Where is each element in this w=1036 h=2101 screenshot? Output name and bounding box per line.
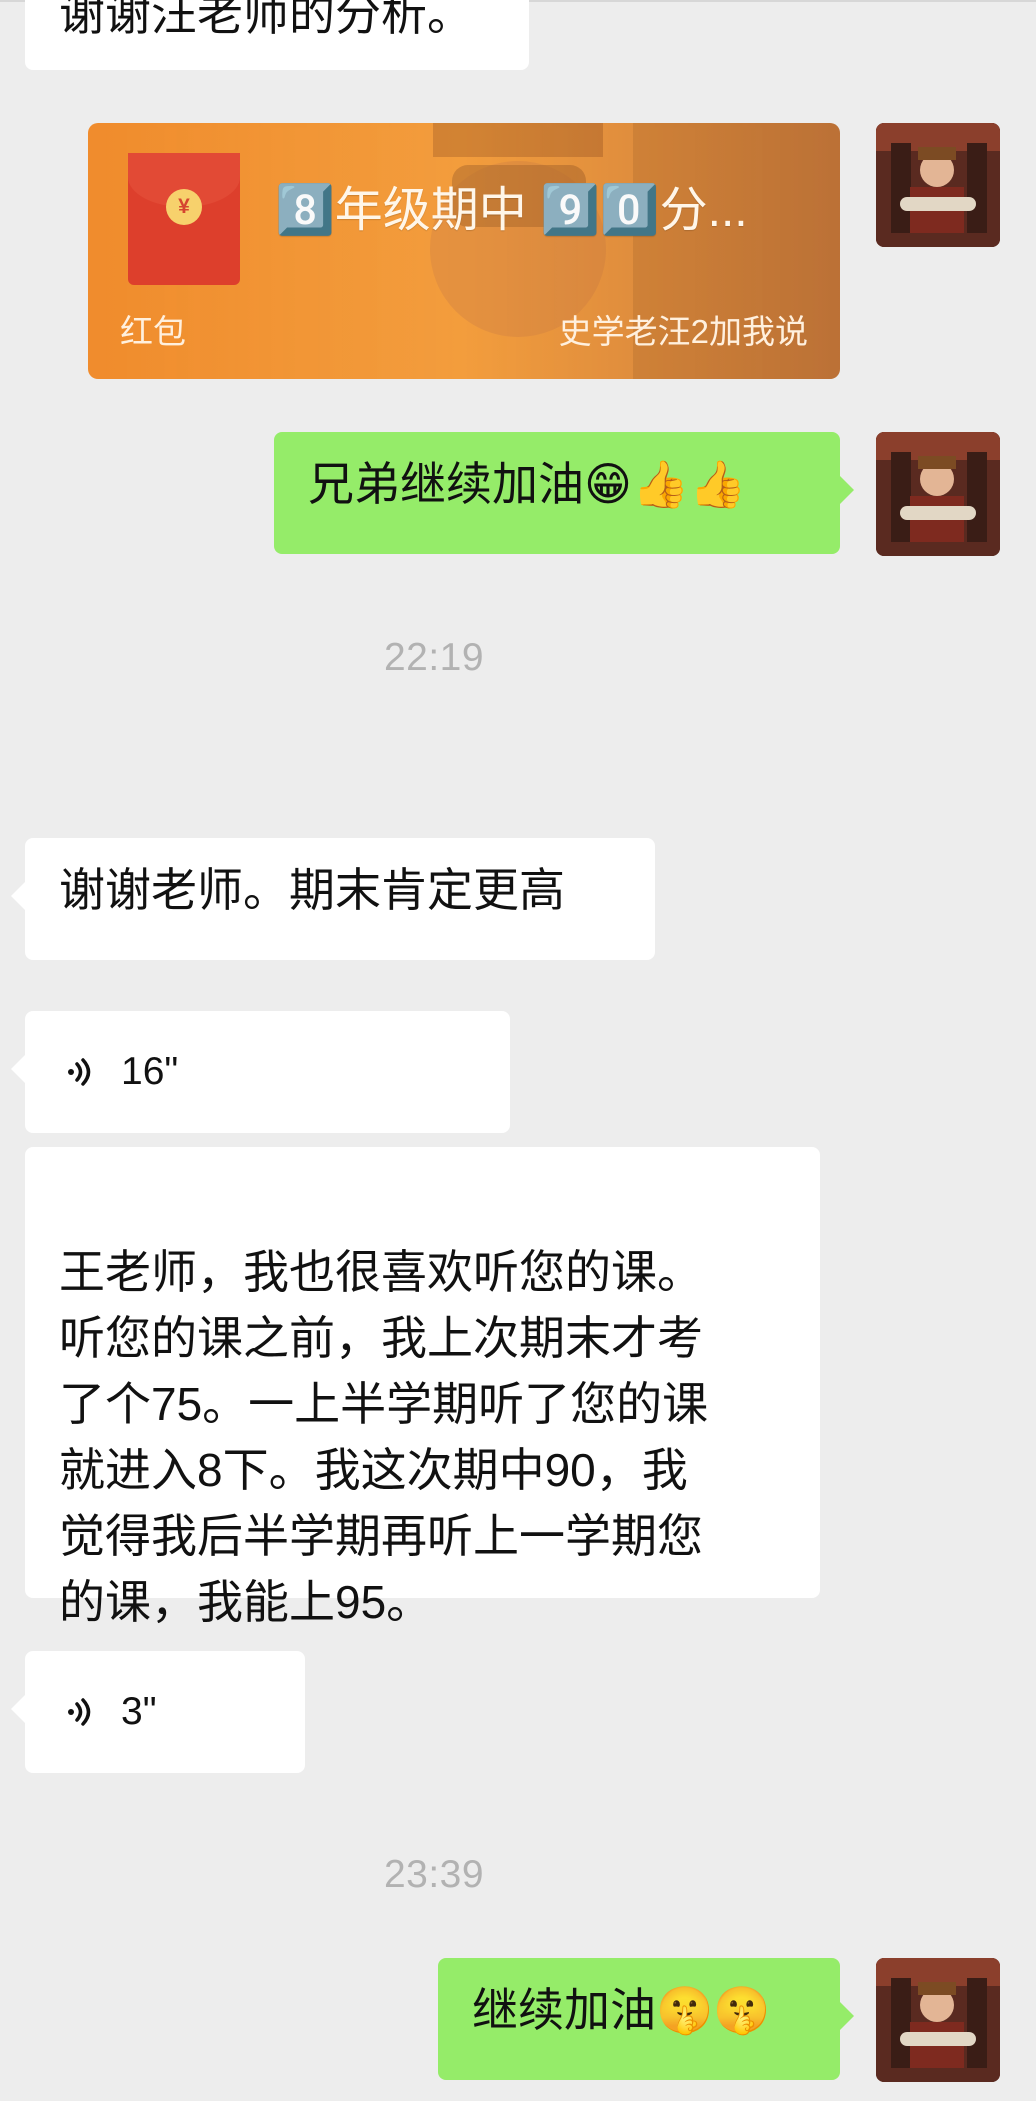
- voice-message-1[interactable]: 16": [11, 1011, 510, 1133]
- red-packet-label: 红包: [120, 313, 186, 350]
- incoming-message-1-text: 谢谢老师。期末肯定更高: [59, 864, 565, 916]
- red-packet-title: 8️⃣年级期中 9️⃣0️⃣分...: [275, 184, 748, 237]
- red-packet-note: 史学老汪2加我说: [558, 313, 808, 350]
- outgoing-message-2[interactable]: 继续加油🤫🤫: [438, 1958, 854, 2080]
- red-packet-message[interactable]: ¥ 8️⃣年级期中 9️⃣0️⃣分... 红包 史学老汪2加我说: [88, 123, 840, 379]
- partial-top-message-text: 谢谢汪老师的分析。: [59, 0, 473, 40]
- yuan-coin-icon: ¥: [166, 189, 202, 225]
- outgoing-message-1-text: 兄弟继续加油😁👍👍: [308, 458, 747, 510]
- chat-screen: 谢谢汪老师的分析。 ¥ 8️⃣年级期中 9️⃣0️⃣分... 红包 史学老汪2加…: [0, 0, 1036, 2101]
- incoming-message-1[interactable]: 谢谢老师。期末肯定更高: [11, 838, 655, 960]
- red-packet-icon: ¥: [128, 153, 240, 285]
- sender-avatar-3[interactable]: [876, 1958, 1000, 2082]
- avatar-image: [876, 1958, 1000, 2082]
- voice-duration-2: 3": [121, 1690, 157, 1733]
- outgoing-message-2-text: 继续加油🤫🤫: [472, 1984, 771, 2036]
- sender-avatar-2[interactable]: [876, 432, 1000, 556]
- sender-avatar-1[interactable]: [876, 123, 1000, 247]
- voice-wave-icon: [63, 1052, 103, 1092]
- voice-duration-1: 16": [121, 1050, 179, 1093]
- voice-wave-icon: [63, 1692, 103, 1732]
- partial-top-message[interactable]: 谢谢汪老师的分析。: [25, 0, 529, 70]
- avatar-image: [876, 123, 1000, 247]
- voice-message-2[interactable]: 3": [11, 1651, 305, 1773]
- avatar-image: [876, 432, 1000, 556]
- incoming-message-2[interactable]: 王老师，我也很喜欢听您的课。 听您的课之前，我上次期末才考 了个75。一上半学期…: [25, 1147, 820, 1628]
- timestamp-1: 22:19: [383, 636, 485, 679]
- timestamp-2: 23:39: [383, 1853, 485, 1896]
- incoming-message-2-text: 王老师，我也很喜欢听您的课。 听您的课之前，我上次期末才考 了个75。一上半学期…: [59, 1246, 709, 1628]
- outgoing-message-1[interactable]: 兄弟继续加油😁👍👍: [274, 432, 854, 554]
